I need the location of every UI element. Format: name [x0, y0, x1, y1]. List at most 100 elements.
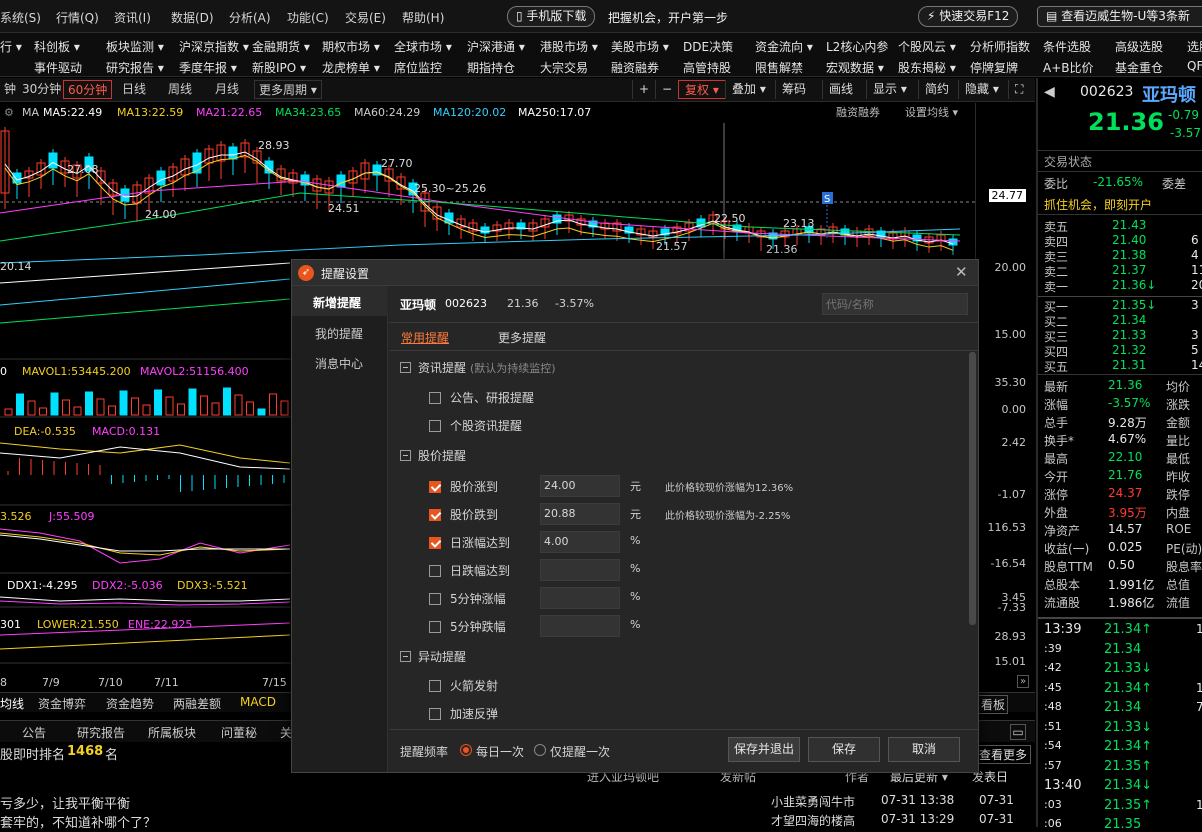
nav-row2-item[interactable]: 研究报告 ▾: [106, 59, 164, 76]
news-ticker[interactable]: ▤ 查看迈威生物-U等3条新: [1037, 6, 1202, 27]
collapse-news-icon[interactable]: [400, 362, 411, 373]
hide-button[interactable]: 隐藏 ▾: [958, 80, 1005, 99]
nav-row2-item[interactable]: 限售解禁: [755, 59, 803, 76]
overlay-button[interactable]: 叠加 ▾: [725, 80, 772, 99]
collapse-price-icon[interactable]: [400, 450, 411, 461]
nav-row2-item[interactable]: 事件驱动: [34, 59, 82, 76]
board-button[interactable]: 看板: [978, 695, 1009, 714]
nav-row1-item[interactable]: 高级选股: [1115, 38, 1163, 55]
info-tab-sector[interactable]: 所属板块: [148, 724, 196, 741]
fullscreen-icon[interactable]: ⛶: [1008, 80, 1029, 99]
nav-row1-item[interactable]: 金融期货 ▾: [252, 38, 310, 55]
ind-tab-macd[interactable]: MACD: [240, 695, 276, 709]
post-title-1[interactable]: 套牢的，不知道补哪个了？: [0, 812, 156, 831]
post-title-0[interactable]: 亏多少，让我平衡平衡: [0, 793, 130, 812]
expand-icon[interactable]: »: [1017, 675, 1030, 688]
nav-row2-item[interactable]: 基金重仓: [1115, 59, 1163, 76]
post-user-1[interactable]: 才望四海的楼高: [771, 812, 855, 829]
tab-common[interactable]: 常用提醒: [401, 329, 449, 346]
margin-link[interactable]: 融资融券: [836, 103, 880, 123]
mobile-download-button[interactable]: ▯ 手机版下载: [507, 6, 596, 27]
period-week[interactable]: 周线: [164, 80, 196, 99]
more-button[interactable]: 查看更多: [975, 745, 1032, 764]
chk-price-row[interactable]: [429, 621, 441, 633]
close-icon[interactable]: ✕: [955, 263, 968, 281]
display-button[interactable]: 显示 ▾: [866, 80, 913, 99]
price-row-input[interactable]: 20.88: [540, 503, 620, 525]
nav-row1-item[interactable]: 个股风云 ▾: [898, 38, 956, 55]
menu-news[interactable]: 资讯(I): [114, 9, 151, 26]
nav-row1-item[interactable]: DDE决策: [683, 38, 733, 55]
side-new-alert[interactable]: 新增提醒: [313, 294, 361, 311]
period-30min[interactable]: 30分钟: [18, 80, 65, 99]
nav-row2-item[interactable]: A+B比价: [1043, 59, 1094, 76]
save-exit-button[interactable]: 保存并退出: [728, 737, 800, 762]
ind-tab-capital[interactable]: 资金博弈: [38, 695, 86, 712]
radio-once[interactable]: [534, 744, 546, 756]
sell-level-price[interactable]: 21.40: [1112, 233, 1146, 247]
nav-row2-item[interactable]: 融资融券: [611, 59, 659, 76]
draw-button[interactable]: 画线: [822, 80, 859, 99]
dlg-search-input[interactable]: [822, 293, 968, 315]
ma-settings[interactable]: 设置均线 ▾: [905, 103, 958, 123]
radio-daily[interactable]: [460, 744, 472, 756]
quick-trade-button[interactable]: ⚡ 快速交易F12: [918, 6, 1019, 27]
sell-level-price[interactable]: 21.38: [1112, 248, 1146, 262]
period-month[interactable]: 月线: [211, 80, 243, 99]
ind-tab-trend[interactable]: 资金趋势: [106, 695, 154, 712]
chk-price-row[interactable]: [429, 537, 441, 549]
post-user-0[interactable]: 小韭菜勇闯牛市: [771, 793, 855, 810]
menu-data[interactable]: 数据(D): [171, 9, 214, 26]
collapse-abn-icon[interactable]: [400, 651, 411, 662]
nav-row1-item[interactable]: 科创板 ▾: [34, 38, 80, 55]
buy-level-price[interactable]: 21.32: [1112, 343, 1146, 357]
nav-row1-item[interactable]: L2核心内参: [826, 38, 888, 55]
buy-level-price[interactable]: 21.35↓: [1112, 298, 1156, 312]
side-my-alerts[interactable]: 我的提醒: [315, 325, 363, 342]
slogan-link[interactable]: 把握机会，开户第一步: [608, 9, 728, 26]
nav-row1-item[interactable]: 美股市场 ▾: [611, 38, 669, 55]
chk-price-row[interactable]: [429, 593, 441, 605]
cancel-button[interactable]: 取消: [888, 737, 960, 762]
side-messages[interactable]: 消息中心: [315, 355, 363, 372]
nav-row2-item[interactable]: 停牌复牌: [970, 59, 1018, 76]
menu-help[interactable]: 帮助(H): [402, 9, 444, 26]
zoom-in-button[interactable]: +: [632, 80, 655, 99]
nav-row2-item[interactable]: QFI: [1187, 59, 1202, 73]
nav-row2-item[interactable]: 新股IPO ▾: [252, 59, 306, 76]
price-row-input[interactable]: 24.00: [540, 475, 620, 497]
period-more[interactable]: 更多周期 ▾: [254, 80, 322, 99]
nav-row2-item[interactable]: 期指持仓: [467, 59, 515, 76]
ind-tab-margin[interactable]: 两融差额: [173, 695, 221, 712]
menu-analysis[interactable]: 分析(A): [229, 9, 271, 26]
chk-price-row[interactable]: [429, 481, 441, 493]
nav-row2-item[interactable]: 季度年报 ▾: [179, 59, 237, 76]
menu-system[interactable]: 系统(S): [0, 9, 41, 26]
price-row-input[interactable]: 4.00: [540, 531, 620, 553]
nav-row1-item[interactable]: 沪深港通 ▾: [467, 38, 525, 55]
chips-button[interactable]: 筹码: [775, 80, 812, 99]
sell-level-price[interactable]: 21.37: [1112, 263, 1146, 277]
menu-quotes[interactable]: 行情(Q): [56, 9, 99, 26]
nav-row2-item[interactable]: 龙虎榜单 ▾: [322, 59, 380, 76]
nav-row1-item[interactable]: 板块监测 ▾: [106, 38, 164, 55]
chk-price-row[interactable]: [429, 565, 441, 577]
nav-row1-item[interactable]: 资金流向 ▾: [755, 38, 813, 55]
chk-notice[interactable]: [429, 392, 441, 404]
sell-level-price[interactable]: 21.36↓: [1112, 278, 1156, 292]
save-button[interactable]: 保存: [808, 737, 880, 762]
price-row-input[interactable]: [540, 587, 620, 609]
price-row-input[interactable]: [540, 559, 620, 581]
chk-rebound[interactable]: [429, 708, 441, 720]
back-arrow-icon[interactable]: ◀: [1044, 84, 1055, 100]
chk-stock-news[interactable]: [429, 420, 441, 432]
stock-name[interactable]: 亚玛顿: [1142, 81, 1196, 107]
nav-row2-item[interactable]: 高管持股: [683, 59, 731, 76]
adjust-button[interactable]: 复权 ▾: [678, 80, 726, 99]
sell-level-price[interactable]: 21.43: [1112, 218, 1146, 232]
minimize-icon[interactable]: ▭: [1010, 724, 1026, 740]
nav-row1-item[interactable]: 分析师指数: [970, 38, 1030, 55]
nav-row1-item[interactable]: 期权市场 ▾: [322, 38, 380, 55]
buy-level-price[interactable]: 21.34: [1112, 313, 1146, 327]
info-tab-qa[interactable]: 问董秘: [221, 724, 257, 741]
